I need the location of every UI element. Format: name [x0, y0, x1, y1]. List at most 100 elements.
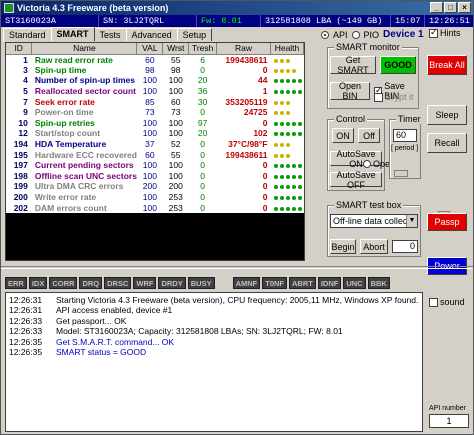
abort-button[interactable]: Abort — [360, 239, 388, 254]
tab-tests[interactable]: Tests — [93, 28, 127, 41]
cell-id: 3 — [6, 64, 32, 76]
health-dot — [273, 164, 278, 169]
led-idx: IDX — [28, 277, 48, 289]
chevron-down-icon[interactable]: ▼ — [406, 215, 417, 227]
maximize-button[interactable]: □ — [444, 2, 457, 13]
timer-slider[interactable] — [394, 170, 408, 177]
table-row[interactable]: 10 Spin-up retries 100 100 97 0 — [6, 117, 304, 129]
open-bin-button[interactable]: Open BIN — [330, 81, 370, 101]
cell-val: 100 — [136, 75, 163, 86]
health-dot — [297, 206, 302, 211]
table-row[interactable]: 12 Start/stop count 100 100 20 102 — [6, 128, 304, 139]
tab-advanced[interactable]: Advanced — [125, 28, 178, 41]
cell-id: 5 — [6, 85, 32, 97]
table-row[interactable]: 200 Write error rate 100 253 0 0 — [6, 191, 304, 203]
table-row[interactable]: 199 Ultra DMA CRC errors 200 200 0 0 — [6, 181, 304, 192]
title-bar: Victoria 4.3 Freeware (beta version) _ □… — [1, 1, 473, 15]
col-val[interactable]: VAL — [136, 43, 164, 55]
control-off-button[interactable]: Off — [358, 128, 380, 143]
health-dot — [285, 153, 290, 158]
divider — [1, 266, 473, 269]
health-dot — [285, 100, 290, 105]
break-all-button[interactable]: Break All — [427, 55, 467, 75]
cell-tresh: 20 — [188, 128, 217, 139]
smart-monitor-title: SMART monitor — [334, 42, 402, 52]
recall-button[interactable]: Recall — [427, 133, 467, 153]
cell-wrst: 100 — [162, 170, 189, 182]
autosave-off-button[interactable]: AutoSave OFF — [330, 170, 382, 190]
health-dot — [279, 206, 284, 211]
cell-wrst: 253 — [162, 191, 189, 203]
sleep-button[interactable]: Sleep — [427, 105, 467, 125]
table-row[interactable]: 9 Power-on time 73 73 0 24725 — [6, 106, 304, 118]
led-drsc: DRSC — [104, 277, 132, 289]
health-dot — [273, 111, 278, 116]
col-id[interactable]: ID — [6, 43, 33, 55]
begin-button[interactable]: Begin — [330, 239, 356, 254]
test-type-select[interactable]: Off-line data collect ▼ — [330, 214, 418, 228]
tab-standard[interactable]: Standard — [3, 28, 52, 41]
table-row[interactable]: 197 Current pending sectors 100 100 0 0 — [6, 159, 304, 171]
table-row[interactable]: 1 Raw read error rate 60 55 6 199438611 — [6, 54, 304, 65]
cell-name: Spin-up time — [31, 64, 137, 76]
cell-name: Ultra DMA CRC errors — [31, 181, 137, 192]
close-button[interactable]: × — [458, 2, 471, 13]
table-row[interactable]: 4 Number of spin-up times 100 100 20 44 — [6, 75, 304, 86]
col-name[interactable]: Name — [31, 43, 138, 55]
health-dot — [285, 164, 290, 169]
cell-name: Offline scan UNC sectors — [31, 170, 137, 182]
table-row[interactable]: 195 Hardware ECC recovered 60 55 0 199438611 — [6, 149, 304, 160]
cell-id: 199 — [6, 181, 32, 192]
minimize-button[interactable]: _ — [430, 2, 443, 13]
sound-checkbox[interactable] — [429, 297, 438, 307]
log-entry: 12:26:35 SMART status = GOOD — [6, 347, 422, 357]
pio-radio[interactable] — [351, 30, 360, 39]
health-indicator — [270, 54, 304, 65]
table-row[interactable]: 202 DAM errors count 100 253 0 0 — [6, 202, 304, 213]
col-tresh[interactable]: Tresh — [188, 43, 218, 55]
device-label: Device 1 — [383, 29, 424, 40]
cell-tresh: 30 — [188, 96, 217, 107]
cell-tresh: 6 — [188, 54, 217, 65]
tab-smart[interactable]: SMART — [50, 27, 95, 41]
health-dot — [273, 174, 278, 179]
health-indicator — [270, 149, 304, 160]
table-row[interactable]: 7 Seek error rate 85 60 30 353205119 — [6, 96, 304, 107]
tab-setup[interactable]: Setup — [176, 28, 213, 41]
table-row[interactable]: 194 HDA Temperature 37 52 0 37°C/98°F — [6, 138, 304, 150]
smart-test-box: SMART test box Off-line data collect ▼ B… — [327, 200, 421, 257]
event-log[interactable]: 12:26:31 Starting Victoria 4.3 Freeware (… — [5, 292, 423, 432]
col-health[interactable]: Health — [270, 43, 304, 55]
hints-checkbox[interactable] — [429, 27, 438, 38]
control-on-button[interactable]: ON — [332, 128, 354, 143]
app-icon — [4, 3, 14, 13]
open-file-radio[interactable] — [363, 160, 371, 168]
cell-wrst: 73 — [162, 106, 189, 118]
table-row[interactable]: 5 Reallocated sector count 100 100 36 1 — [6, 85, 304, 97]
health-dot — [273, 121, 278, 126]
col-raw[interactable]: Raw — [216, 43, 271, 55]
cell-wrst: 98 — [162, 64, 189, 76]
timer-period-label: [ period ] — [391, 145, 419, 152]
test-type-value: Off-line data collect — [333, 216, 410, 226]
api-radio[interactable] — [321, 30, 329, 39]
table-row[interactable]: 3 Spin-up time 98 98 0 0 — [6, 64, 304, 76]
log-message: Starting Victoria 4.3 Freeware (beta ver… — [56, 295, 419, 305]
health-dot — [291, 121, 296, 126]
api-number-spinner[interactable]: 1 — [429, 414, 469, 428]
timer-input[interactable]: 60 — [393, 129, 417, 142]
col-wrst[interactable]: Wrst — [162, 43, 190, 55]
health-dot — [297, 132, 302, 137]
get-smart-button[interactable]: Get SMART — [330, 55, 376, 75]
cell-name: Power-on time — [31, 106, 137, 118]
health-dot — [279, 58, 284, 63]
cell-val: 85 — [136, 96, 163, 107]
table-row[interactable]: 198 Offline scan UNC sectors 100 100 0 0 — [6, 170, 304, 182]
health-dot — [279, 153, 284, 158]
passp-button[interactable]: Passp — [427, 213, 467, 231]
log-message: API access enabled, device #1 — [56, 305, 173, 316]
cell-raw: 353205119 — [216, 96, 271, 107]
crypt-it-checkbox[interactable] — [374, 92, 383, 102]
cell-tresh: 0 — [188, 64, 217, 76]
cell-wrst: 100 — [162, 85, 189, 97]
